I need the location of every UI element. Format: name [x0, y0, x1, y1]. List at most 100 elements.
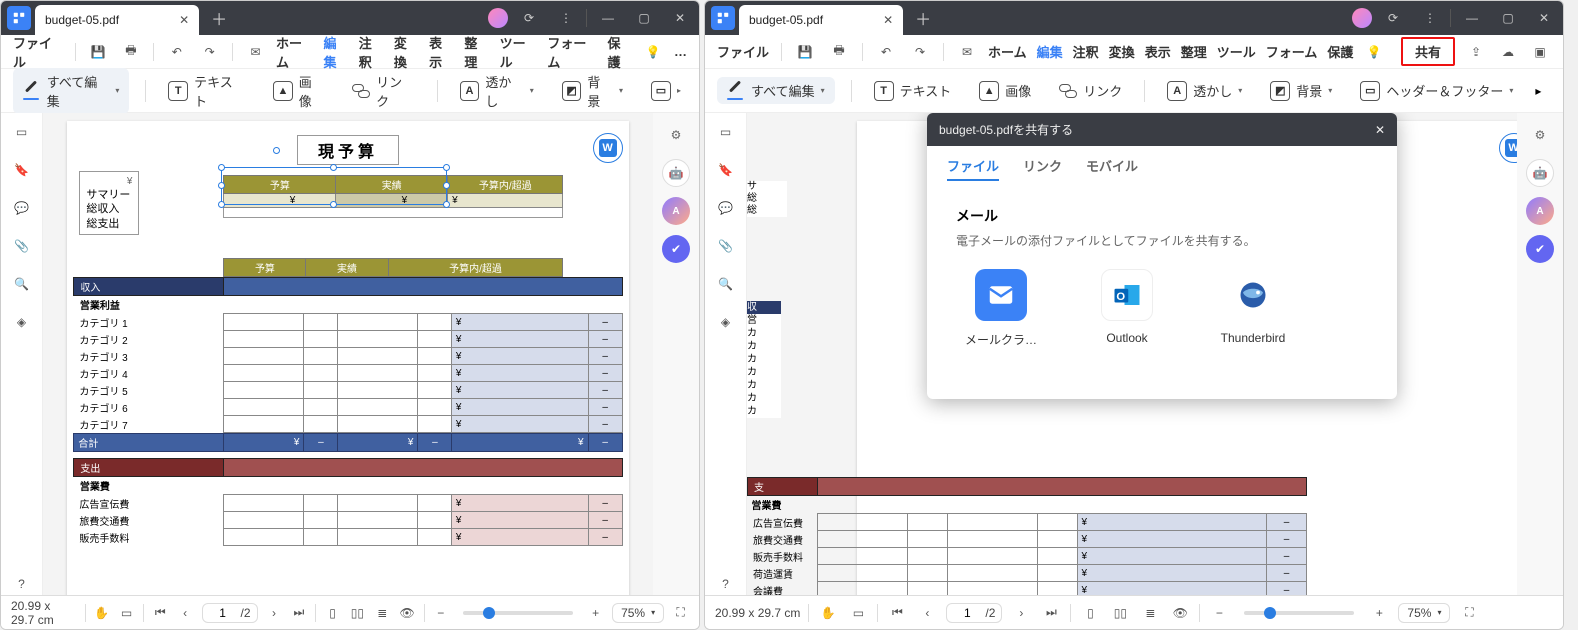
menu-view[interactable]: 表示: [1145, 42, 1171, 61]
watermark-button[interactable]: A透かし▾: [454, 68, 540, 114]
select-tool-icon[interactable]: ▭: [118, 602, 135, 624]
save-icon[interactable]: 💾: [87, 41, 108, 63]
file-tab[interactable]: budget-05.pdf ✕: [35, 5, 199, 35]
more-icon[interactable]: ⋮: [550, 4, 580, 32]
zoom-level[interactable]: 75%▾: [1398, 603, 1450, 623]
share-tab-file[interactable]: ファイル: [947, 156, 999, 181]
zoom-slider[interactable]: [1244, 611, 1354, 615]
menu-protect[interactable]: 保護: [1327, 42, 1353, 61]
read-mode-icon[interactable]: 👁: [399, 602, 416, 624]
minimize-button[interactable]: —: [593, 4, 623, 32]
zoom-in-icon[interactable]: +: [587, 602, 604, 624]
thumbnails-icon[interactable]: ▭: [11, 121, 33, 143]
fullscreen-icon[interactable]: ⛶: [1458, 602, 1480, 624]
search-icon[interactable]: 🔍: [11, 273, 33, 295]
edit-all-button[interactable]: すべて編集 ▾: [717, 77, 835, 104]
word-export-button[interactable]: W: [1499, 133, 1517, 163]
check-icon[interactable]: ✔: [662, 235, 690, 263]
dialog-close-icon[interactable]: ✕: [1375, 123, 1385, 137]
bulb-icon[interactable]: 💡: [643, 41, 664, 63]
menu-home[interactable]: ホーム: [988, 42, 1027, 61]
link-button[interactable]: リンク: [346, 68, 420, 114]
zoom-level[interactable]: 75%▾: [612, 603, 664, 623]
menu-file[interactable]: ファイル: [717, 42, 769, 61]
continuous-icon[interactable]: ≣: [374, 602, 391, 624]
check-icon[interactable]: ✔: [1526, 235, 1554, 263]
watermark-button[interactable]: A透かし▾: [1161, 77, 1248, 105]
page-input[interactable]: /2: [202, 603, 258, 623]
last-page-icon[interactable]: ⏭: [1040, 602, 1062, 624]
help-icon[interactable]: ?: [715, 573, 737, 595]
menu-view[interactable]: 表示: [429, 33, 454, 71]
first-page-icon[interactable]: ⏮: [886, 602, 908, 624]
zoom-out-icon[interactable]: −: [432, 602, 449, 624]
first-page-icon[interactable]: ⏮: [152, 602, 169, 624]
text-button[interactable]: Tテキスト: [162, 68, 251, 114]
mail-icon[interactable]: ✉: [956, 41, 978, 63]
bulb-icon[interactable]: 💡: [1363, 41, 1385, 63]
comment-icon[interactable]: 💬: [11, 197, 33, 219]
print-icon[interactable]: 🖶: [120, 41, 141, 63]
layers-icon[interactable]: ◈: [11, 311, 33, 333]
save-icon[interactable]: 💾: [794, 41, 816, 63]
menu-more[interactable]: …: [674, 44, 687, 59]
print-icon[interactable]: 🖶: [828, 41, 850, 63]
file-tab[interactable]: budget-05.pdf ✕: [739, 5, 903, 35]
mail-icon[interactable]: ✉: [245, 41, 266, 63]
search-icon[interactable]: 🔍: [715, 273, 737, 295]
thumbnails-icon[interactable]: ▭: [715, 121, 737, 143]
compress-icon[interactable]: ▣: [1529, 41, 1551, 63]
ai-a-icon[interactable]: A: [1526, 197, 1554, 225]
new-tab-button[interactable]: ＋: [207, 6, 231, 30]
mail-client-option[interactable]: メールクラ…: [956, 269, 1046, 348]
last-page-icon[interactable]: ⏭: [290, 602, 307, 624]
share-link-icon[interactable]: ⇪: [1465, 41, 1487, 63]
zoom-out-icon[interactable]: −: [1208, 602, 1230, 624]
undo-icon[interactable]: ↶: [875, 41, 897, 63]
zoom-in-icon[interactable]: +: [1368, 602, 1390, 624]
attachment-icon[interactable]: 📎: [11, 235, 33, 257]
edit-selection[interactable]: [221, 167, 447, 205]
menu-form[interactable]: フォーム: [1266, 42, 1318, 61]
read-mode-icon[interactable]: 👁: [1169, 602, 1191, 624]
close-icon[interactable]: ✕: [883, 13, 893, 27]
new-tab-button[interactable]: ＋: [911, 6, 935, 30]
header-footer-button[interactable]: ▭▸: [645, 77, 687, 105]
menu-home[interactable]: ホーム: [276, 33, 313, 71]
menu-annotate[interactable]: 注釈: [1073, 42, 1099, 61]
prev-page-icon[interactable]: ‹: [916, 602, 938, 624]
menu-tool[interactable]: ツール: [500, 33, 538, 71]
menu-edit[interactable]: 編集: [1037, 42, 1063, 61]
page-input[interactable]: /2: [946, 603, 1002, 623]
single-page-icon[interactable]: ▯: [1079, 602, 1101, 624]
two-page-icon[interactable]: ▯▯: [1109, 602, 1131, 624]
continuous-icon[interactable]: ≣: [1139, 602, 1161, 624]
menu-organize[interactable]: 整理: [464, 33, 489, 71]
sync-icon[interactable]: ⟳: [514, 4, 544, 32]
two-page-icon[interactable]: ▯▯: [349, 602, 366, 624]
ai-robot-icon[interactable]: 🤖: [662, 159, 690, 187]
hand-tool-icon[interactable]: ✋: [93, 602, 110, 624]
menu-protect[interactable]: 保護: [607, 33, 632, 71]
properties-icon[interactable]: ⚙: [662, 121, 690, 149]
properties-icon[interactable]: ⚙: [1526, 121, 1554, 149]
background-button[interactable]: ◩背景▾: [1264, 77, 1338, 105]
single-page-icon[interactable]: ▯: [324, 602, 341, 624]
image-button[interactable]: ▲画像: [973, 77, 1037, 105]
avatar[interactable]: [1352, 8, 1372, 28]
close-button[interactable]: ✕: [1529, 4, 1559, 32]
link-button[interactable]: リンク: [1053, 77, 1128, 104]
cloud-icon[interactable]: ☁: [1497, 41, 1519, 63]
image-button[interactable]: ▲画像: [267, 68, 330, 114]
menu-convert[interactable]: 変換: [1109, 42, 1135, 61]
menu-form[interactable]: フォーム: [547, 33, 597, 71]
share-tab-mobile[interactable]: モバイル: [1086, 156, 1138, 181]
bookmark-icon[interactable]: 🔖: [715, 159, 737, 181]
layers-icon[interactable]: ◈: [715, 311, 737, 333]
help-icon[interactable]: ?: [11, 573, 33, 595]
close-icon[interactable]: ✕: [179, 13, 189, 27]
maximize-button[interactable]: ▢: [1493, 4, 1523, 32]
ai-a-icon[interactable]: A: [662, 197, 690, 225]
minimize-button[interactable]: —: [1457, 4, 1487, 32]
menu-edit[interactable]: 編集: [323, 33, 348, 71]
